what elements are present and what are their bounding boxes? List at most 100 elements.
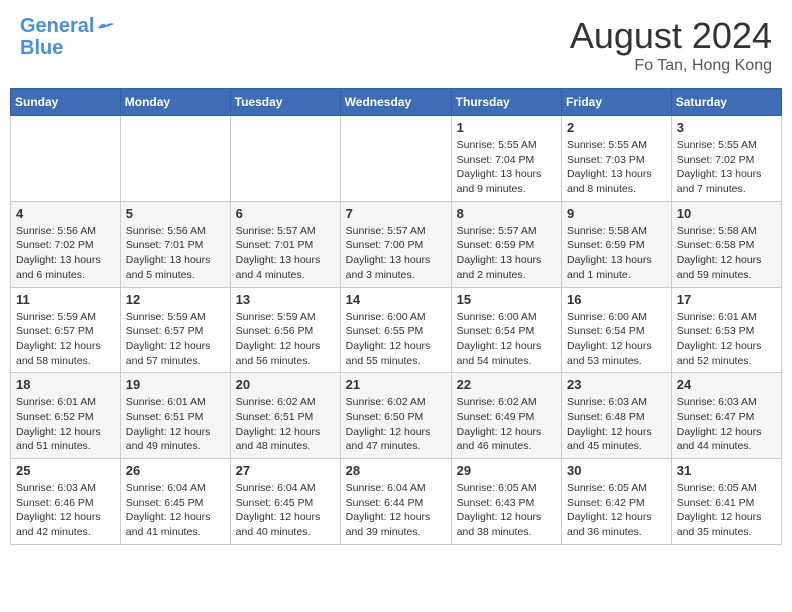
day-number: 3: [677, 120, 776, 135]
page-header: General Blue August 2024 Fo Tan, Hong Ko…: [10, 10, 782, 80]
day-number: 31: [677, 463, 776, 478]
calendar-week-3: 11 Sunrise: 5:59 AM Sunset: 6:57 PM Dayli…: [11, 287, 782, 373]
day-info: Sunrise: 5:57 AM Sunset: 7:01 PM Dayligh…: [236, 224, 335, 283]
day-number: 25: [16, 463, 115, 478]
calendar-cell: 27 Sunrise: 6:04 AM Sunset: 6:45 PM Dayli…: [230, 459, 340, 545]
day-info: Sunrise: 6:04 AM Sunset: 6:45 PM Dayligh…: [236, 481, 335, 540]
day-number: 21: [346, 377, 446, 392]
day-number: 5: [126, 206, 225, 221]
calendar-cell: [340, 116, 451, 202]
day-number: 20: [236, 377, 335, 392]
day-info: Sunrise: 5:59 AM Sunset: 6:56 PM Dayligh…: [236, 310, 335, 369]
calendar-cell: 25 Sunrise: 6:03 AM Sunset: 6:46 PM Dayli…: [11, 459, 121, 545]
day-info: Sunrise: 6:02 AM Sunset: 6:51 PM Dayligh…: [236, 395, 335, 454]
day-info: Sunrise: 6:01 AM Sunset: 6:51 PM Dayligh…: [126, 395, 225, 454]
weekday-header-wednesday: Wednesday: [340, 89, 451, 116]
calendar-cell: 30Sunrise: 6:05 AM Sunset: 6:42 PM Dayli…: [562, 459, 672, 545]
day-info: Sunrise: 6:02 AM Sunset: 6:50 PM Dayligh…: [346, 395, 446, 454]
day-number: 19: [126, 377, 225, 392]
day-number: 1: [457, 120, 556, 135]
calendar-cell: 6Sunrise: 5:57 AM Sunset: 7:01 PM Daylig…: [230, 201, 340, 287]
day-number: 29: [457, 463, 556, 478]
calendar-cell: 23Sunrise: 6:03 AM Sunset: 6:48 PM Dayli…: [562, 373, 672, 459]
day-number: 11: [16, 292, 115, 307]
day-number: 27: [236, 463, 335, 478]
day-info: Sunrise: 6:03 AM Sunset: 6:48 PM Dayligh…: [567, 395, 666, 454]
calendar-cell: 15Sunrise: 6:00 AM Sunset: 6:54 PM Dayli…: [451, 287, 561, 373]
logo-bird-icon: [96, 20, 114, 32]
calendar-cell: 31 Sunrise: 6:05 AM Sunset: 6:41 PM Dayli…: [671, 459, 781, 545]
calendar-body: 1Sunrise: 5:55 AM Sunset: 7:04 PM Daylig…: [11, 116, 782, 545]
calendar-cell: [230, 116, 340, 202]
day-info: Sunrise: 5:56 AM Sunset: 7:01 PM Dayligh…: [126, 224, 225, 283]
day-number: 17: [677, 292, 776, 307]
day-info: Sunrise: 6:03 AM Sunset: 6:47 PM Dayligh…: [677, 395, 776, 454]
calendar-cell: 21 Sunrise: 6:02 AM Sunset: 6:50 PM Dayli…: [340, 373, 451, 459]
day-info: Sunrise: 6:05 AM Sunset: 6:41 PM Dayligh…: [677, 481, 776, 540]
day-number: 28: [346, 463, 446, 478]
day-info: Sunrise: 5:58 AM Sunset: 6:58 PM Dayligh…: [677, 224, 776, 283]
day-number: 7: [346, 206, 446, 221]
calendar-cell: 19 Sunrise: 6:01 AM Sunset: 6:51 PM Dayli…: [120, 373, 230, 459]
day-info: Sunrise: 5:59 AM Sunset: 6:57 PM Dayligh…: [16, 310, 115, 369]
day-info: Sunrise: 6:01 AM Sunset: 6:52 PM Dayligh…: [16, 395, 115, 454]
day-info: Sunrise: 5:55 AM Sunset: 7:02 PM Dayligh…: [677, 138, 776, 197]
calendar-cell: 24 Sunrise: 6:03 AM Sunset: 6:47 PM Dayli…: [671, 373, 781, 459]
day-info: Sunrise: 5:57 AM Sunset: 6:59 PM Dayligh…: [457, 224, 556, 283]
calendar-cell: 5 Sunrise: 5:56 AM Sunset: 7:01 PM Daylig…: [120, 201, 230, 287]
day-info: Sunrise: 5:55 AM Sunset: 7:03 PM Dayligh…: [567, 138, 666, 197]
day-info: Sunrise: 6:04 AM Sunset: 6:44 PM Dayligh…: [346, 481, 446, 540]
logo-text: General: [20, 15, 94, 37]
day-number: 8: [457, 206, 556, 221]
calendar-header: SundayMondayTuesdayWednesdayThursdayFrid…: [11, 89, 782, 116]
calendar-cell: 29 Sunrise: 6:05 AM Sunset: 6:43 PM Dayli…: [451, 459, 561, 545]
weekday-header-friday: Friday: [562, 89, 672, 116]
day-number: 14: [346, 292, 446, 307]
day-info: Sunrise: 6:00 AM Sunset: 6:55 PM Dayligh…: [346, 310, 446, 369]
day-number: 10: [677, 206, 776, 221]
day-info: Sunrise: 6:03 AM Sunset: 6:46 PM Dayligh…: [16, 481, 115, 540]
calendar-cell: 8 Sunrise: 5:57 AM Sunset: 6:59 PM Daylig…: [451, 201, 561, 287]
day-info: Sunrise: 5:56 AM Sunset: 7:02 PM Dayligh…: [16, 224, 115, 283]
day-info: Sunrise: 6:00 AM Sunset: 6:54 PM Dayligh…: [457, 310, 556, 369]
calendar-week-2: 4 Sunrise: 5:56 AM Sunset: 7:02 PM Daylig…: [11, 201, 782, 287]
day-info: Sunrise: 6:02 AM Sunset: 6:49 PM Dayligh…: [457, 395, 556, 454]
day-number: 22: [457, 377, 556, 392]
calendar-cell: 14 Sunrise: 6:00 AM Sunset: 6:55 PM Dayli…: [340, 287, 451, 373]
day-info: Sunrise: 6:05 AM Sunset: 6:43 PM Dayligh…: [457, 481, 556, 540]
weekday-header-thursday: Thursday: [451, 89, 561, 116]
day-info: Sunrise: 5:58 AM Sunset: 6:59 PM Dayligh…: [567, 224, 666, 283]
calendar-cell: [11, 116, 121, 202]
calendar-cell: 2 Sunrise: 5:55 AM Sunset: 7:03 PM Daylig…: [562, 116, 672, 202]
calendar-week-1: 1Sunrise: 5:55 AM Sunset: 7:04 PM Daylig…: [11, 116, 782, 202]
calendar-week-5: 25 Sunrise: 6:03 AM Sunset: 6:46 PM Dayli…: [11, 459, 782, 545]
weekday-header-sunday: Sunday: [11, 89, 121, 116]
weekday-header-tuesday: Tuesday: [230, 89, 340, 116]
day-number: 9: [567, 206, 666, 221]
calendar-cell: 12Sunrise: 5:59 AM Sunset: 6:57 PM Dayli…: [120, 287, 230, 373]
day-info: Sunrise: 5:57 AM Sunset: 7:00 PM Dayligh…: [346, 224, 446, 283]
day-number: 4: [16, 206, 115, 221]
day-info: Sunrise: 6:01 AM Sunset: 6:53 PM Dayligh…: [677, 310, 776, 369]
day-number: 13: [236, 292, 335, 307]
day-info: Sunrise: 5:59 AM Sunset: 6:57 PM Dayligh…: [126, 310, 225, 369]
calendar-cell: 4 Sunrise: 5:56 AM Sunset: 7:02 PM Daylig…: [11, 201, 121, 287]
calendar-cell: 13 Sunrise: 5:59 AM Sunset: 6:56 PM Dayli…: [230, 287, 340, 373]
day-number: 2: [567, 120, 666, 135]
calendar-cell: 17 Sunrise: 6:01 AM Sunset: 6:53 PM Dayli…: [671, 287, 781, 373]
calendar-week-4: 18 Sunrise: 6:01 AM Sunset: 6:52 PM Dayli…: [11, 373, 782, 459]
calendar-cell: 3 Sunrise: 5:55 AM Sunset: 7:02 PM Daylig…: [671, 116, 781, 202]
location: Fo Tan, Hong Kong: [570, 57, 772, 75]
calendar-cell: 16 Sunrise: 6:00 AM Sunset: 6:54 PM Dayli…: [562, 287, 672, 373]
calendar-cell: 10 Sunrise: 5:58 AM Sunset: 6:58 PM Dayli…: [671, 201, 781, 287]
day-info: Sunrise: 6:00 AM Sunset: 6:54 PM Dayligh…: [567, 310, 666, 369]
weekday-header-monday: Monday: [120, 89, 230, 116]
weekday-header-saturday: Saturday: [671, 89, 781, 116]
day-number: 24: [677, 377, 776, 392]
day-number: 18: [16, 377, 115, 392]
calendar-cell: 22 Sunrise: 6:02 AM Sunset: 6:49 PM Dayli…: [451, 373, 561, 459]
day-number: 30: [567, 463, 666, 478]
day-number: 16: [567, 292, 666, 307]
weekday-header-row: SundayMondayTuesdayWednesdayThursdayFrid…: [11, 89, 782, 116]
calendar-cell: 18 Sunrise: 6:01 AM Sunset: 6:52 PM Dayli…: [11, 373, 121, 459]
